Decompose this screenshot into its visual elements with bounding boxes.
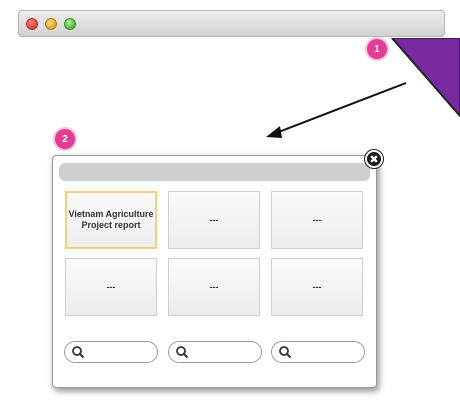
dialog-header	[59, 163, 370, 181]
search-icon	[279, 346, 292, 359]
annotation-badge-1: 1	[367, 39, 387, 59]
search-field[interactable]	[168, 341, 262, 363]
project-tile[interactable]: Vietnam Agriculture Project report	[65, 191, 157, 249]
project-tile[interactable]: ---	[168, 258, 260, 316]
close-window-button[interactable]	[26, 18, 38, 30]
project-tile[interactable]: ---	[271, 191, 363, 249]
window-titlebar	[18, 10, 445, 37]
corner-fold-icon[interactable]	[390, 38, 460, 118]
project-tile[interactable]: ---	[271, 258, 363, 316]
minimize-window-button[interactable]	[45, 18, 57, 30]
zoom-window-button[interactable]	[64, 18, 76, 30]
project-tile[interactable]: ---	[168, 191, 260, 249]
annotation-badge-2: 2	[55, 129, 75, 149]
dialog-close-button[interactable]: ✖	[365, 150, 383, 168]
search-field[interactable]	[271, 341, 365, 363]
search-field[interactable]	[64, 341, 158, 363]
search-icon	[176, 346, 189, 359]
project-tile[interactable]: ---	[65, 258, 157, 316]
project-picker-dialog: Vietnam Agriculture Project report --- -…	[52, 155, 377, 388]
search-icon	[72, 346, 85, 359]
